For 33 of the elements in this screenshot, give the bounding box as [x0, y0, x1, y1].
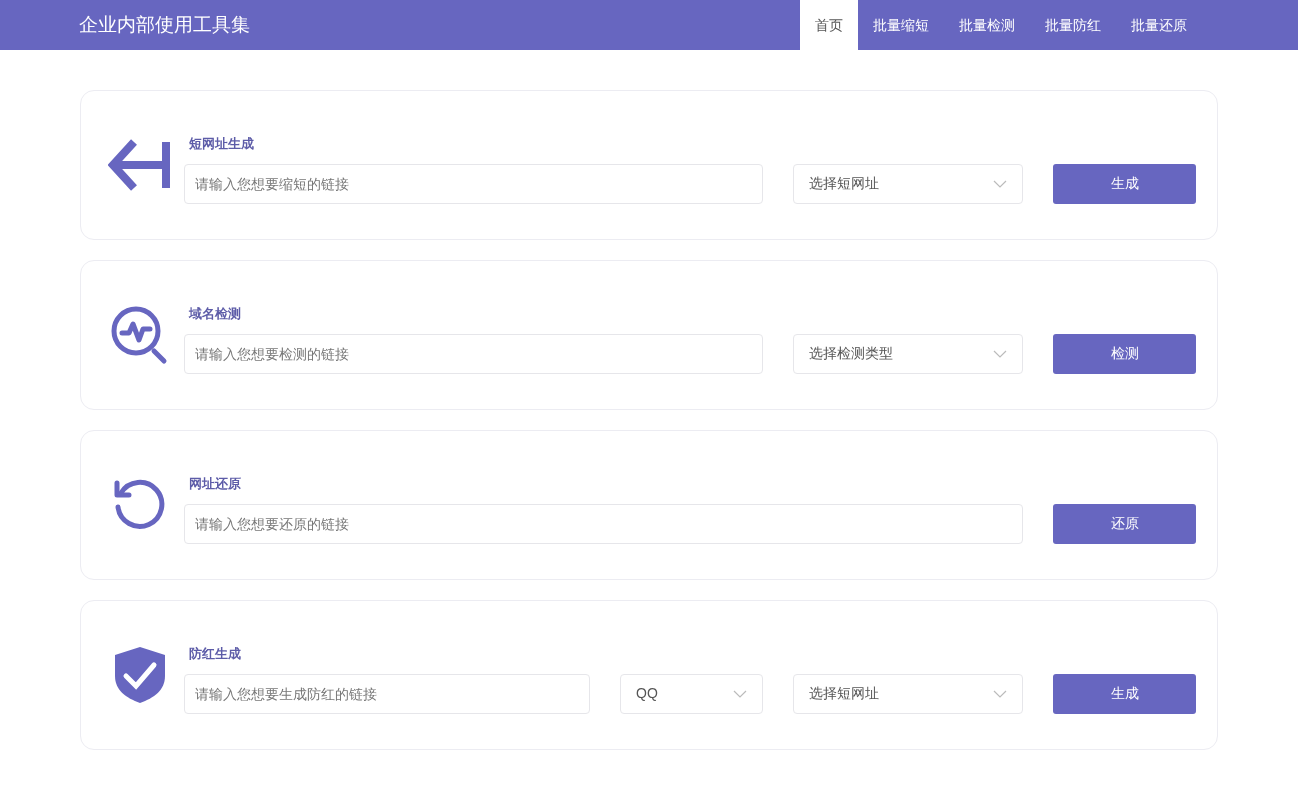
select-dropdown[interactable]: 选择检测类型 [793, 333, 1023, 374]
link-input[interactable]: 请输入您想要缩短的链接 [184, 163, 763, 204]
chevron-down-icon [733, 689, 747, 698]
nav-tab[interactable]: 首页 [800, 0, 858, 50]
nav-tab[interactable]: 批量检测 [944, 0, 1030, 50]
select-value: 选择检测类型 [809, 344, 893, 364]
nav-tab[interactable]: 批量缩短 [858, 0, 944, 50]
shield-check-icon [113, 646, 166, 704]
action-button[interactable]: 生成 [1053, 673, 1196, 714]
card-title: 域名检测 [187, 305, 242, 324]
select-value: 选择短网址 [809, 684, 879, 704]
card-title: 短网址生成 [188, 135, 255, 154]
undo-icon [112, 478, 167, 532]
select-dropdown[interactable]: QQ [620, 673, 763, 714]
chevron-down-icon [993, 179, 1007, 188]
action-button[interactable]: 生成 [1053, 163, 1196, 204]
chevron-down-icon [993, 689, 1007, 698]
site-title: 企业内部使用工具集 [79, 12, 250, 37]
select-value: QQ [636, 684, 658, 704]
link-input[interactable]: 请输入您想要还原的链接 [184, 503, 1023, 544]
card-title: 网址还原 [188, 475, 242, 494]
link-input[interactable]: 请输入您想要生成防红的链接 [184, 673, 590, 714]
select-dropdown[interactable]: 选择短网址 [793, 163, 1023, 204]
action-button[interactable]: 检测 [1053, 333, 1196, 374]
nav-tab[interactable]: 批量还原 [1116, 0, 1202, 50]
nav-tab[interactable]: 批量防红 [1030, 0, 1116, 50]
link-input[interactable]: 请输入您想要检测的链接 [184, 333, 763, 374]
card-title: 防红生成 [188, 645, 242, 664]
arrow-left-bar-icon [107, 138, 172, 192]
select-value: 选择短网址 [809, 174, 879, 194]
select-dropdown[interactable]: 选择短网址 [793, 673, 1023, 714]
chevron-down-icon [993, 349, 1007, 358]
action-button[interactable]: 还原 [1053, 503, 1196, 544]
